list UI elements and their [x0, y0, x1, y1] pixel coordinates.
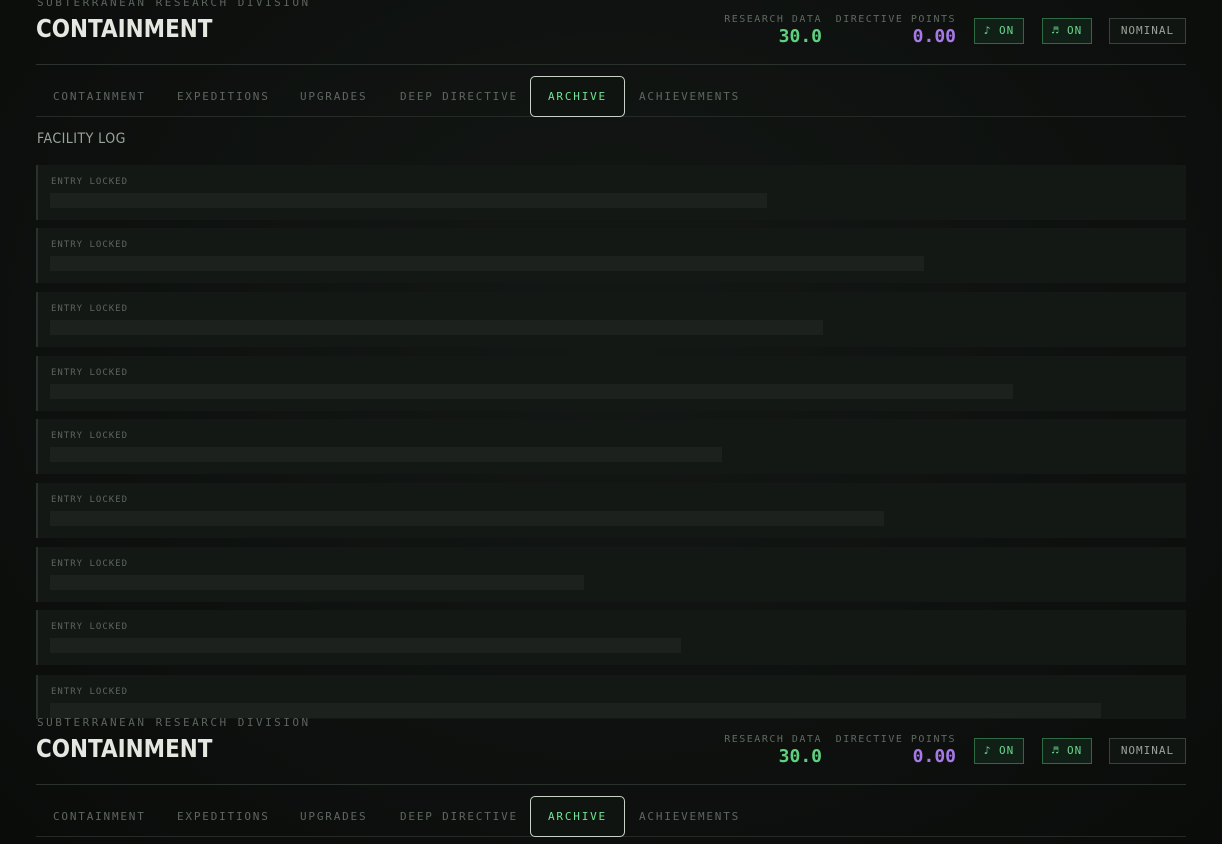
research-data-stat: RESEARCH DATA 30.0 [724, 14, 822, 47]
redacted-text-bar [50, 511, 884, 526]
log-entry[interactable]: ENTRY LOCKED [36, 547, 1186, 602]
entry-locked-label: ENTRY LOCKED [51, 687, 129, 697]
log-entry[interactable]: ENTRY LOCKED [36, 228, 1186, 283]
top-frame: SUBTERRANEAN RESEARCH DIVISION CONTAINME… [0, 0, 1222, 117]
redacted-text-bar [50, 193, 767, 208]
tab-upgrades[interactable]: UPGRADES [300, 76, 367, 117]
directive-points-value: 0.00 [912, 746, 956, 767]
page-title: CONTAINMENT [36, 734, 213, 763]
redacted-text-bar [50, 575, 584, 590]
redacted-text-bar [50, 320, 823, 335]
log-entry[interactable]: ENTRY LOCKED [36, 292, 1186, 347]
status-badge[interactable]: NOMINAL [1109, 18, 1186, 44]
header: SUBTERRANEAN RESEARCH DIVISION CONTAINME… [36, 0, 1186, 65]
header: SUBTERRANEAN RESEARCH DIVISION CONTAINME… [36, 708, 1186, 785]
sfx-toggle-button[interactable]: ♪ ON [974, 18, 1024, 44]
redacted-text-bar [50, 447, 722, 462]
research-data-value: 30.0 [778, 26, 822, 47]
research-data-stat: RESEARCH DATA 30.0 [724, 734, 822, 767]
tab-archive[interactable]: ARCHIVE [530, 76, 625, 117]
entry-locked-label: ENTRY LOCKED [51, 304, 129, 314]
log-entry[interactable]: ENTRY LOCKED [36, 610, 1186, 665]
entry-locked-label: ENTRY LOCKED [51, 177, 129, 187]
facility-log-list[interactable]: ENTRY LOCKED ENTRY LOCKED ENTRY LOCKED ENTR… [36, 165, 1186, 719]
tab-deep-directive[interactable]: DEEP DIRECTIVE [400, 796, 518, 837]
directive-points-label: DIRECTIVE POINTS [835, 14, 956, 25]
redacted-text-bar [50, 256, 924, 271]
section-title: FACILITY LOG [37, 131, 126, 147]
entry-locked-label: ENTRY LOCKED [51, 240, 129, 250]
entry-locked-label: ENTRY LOCKED [51, 559, 129, 569]
log-entry[interactable]: ENTRY LOCKED [36, 419, 1186, 474]
status-badge[interactable]: NOMINAL [1109, 738, 1186, 764]
entry-locked-label: ENTRY LOCKED [51, 495, 129, 505]
division-subtitle: SUBTERRANEAN RESEARCH DIVISION [37, 716, 311, 729]
redacted-text-bar [50, 638, 681, 653]
sfx-toggle-button[interactable]: ♪ ON [974, 738, 1024, 764]
directive-points-label: DIRECTIVE POINTS [835, 734, 956, 745]
log-entry[interactable]: ENTRY LOCKED [36, 483, 1186, 538]
tab-expeditions[interactable]: EXPEDITIONS [177, 76, 270, 117]
directive-points-value: 0.00 [912, 26, 956, 47]
bottom-frame: SUBTERRANEAN RESEARCH DIVISION CONTAINME… [0, 708, 1222, 837]
tab-achievements[interactable]: ACHIEVEMENTS [639, 796, 740, 837]
tab-containment[interactable]: CONTAINMENT [53, 796, 146, 837]
tab-achievements[interactable]: ACHIEVEMENTS [639, 76, 740, 117]
tab-upgrades[interactable]: UPGRADES [300, 796, 367, 837]
tab-deep-directive[interactable]: DEEP DIRECTIVE [400, 76, 518, 117]
page-title: CONTAINMENT [36, 14, 213, 43]
tab-bar: CONTAINMENT EXPEDITIONS UPGRADES DEEP DI… [36, 785, 1186, 837]
tab-expeditions[interactable]: EXPEDITIONS [177, 796, 270, 837]
entry-locked-label: ENTRY LOCKED [51, 368, 129, 378]
research-data-value: 30.0 [778, 746, 822, 767]
game-screen: SUBTERRANEAN RESEARCH DIVISION CONTAINME… [0, 0, 1222, 844]
redacted-text-bar [50, 384, 1013, 399]
music-toggle-button[interactable]: ♬ ON [1042, 18, 1092, 44]
research-data-label: RESEARCH DATA [724, 734, 822, 745]
tab-containment[interactable]: CONTAINMENT [53, 76, 146, 117]
division-subtitle: SUBTERRANEAN RESEARCH DIVISION [37, 0, 311, 9]
directive-points-stat: DIRECTIVE POINTS 0.00 [836, 734, 956, 767]
research-data-label: RESEARCH DATA [724, 14, 822, 25]
music-toggle-button[interactable]: ♬ ON [1042, 738, 1092, 764]
log-entry[interactable]: ENTRY LOCKED [36, 356, 1186, 411]
tab-bar: CONTAINMENT EXPEDITIONS UPGRADES DEEP DI… [36, 65, 1186, 117]
directive-points-stat: DIRECTIVE POINTS 0.00 [836, 14, 956, 47]
log-entry[interactable]: ENTRY LOCKED [36, 165, 1186, 220]
entry-locked-label: ENTRY LOCKED [51, 622, 129, 632]
entry-locked-label: ENTRY LOCKED [51, 431, 129, 441]
tab-archive[interactable]: ARCHIVE [530, 796, 625, 837]
